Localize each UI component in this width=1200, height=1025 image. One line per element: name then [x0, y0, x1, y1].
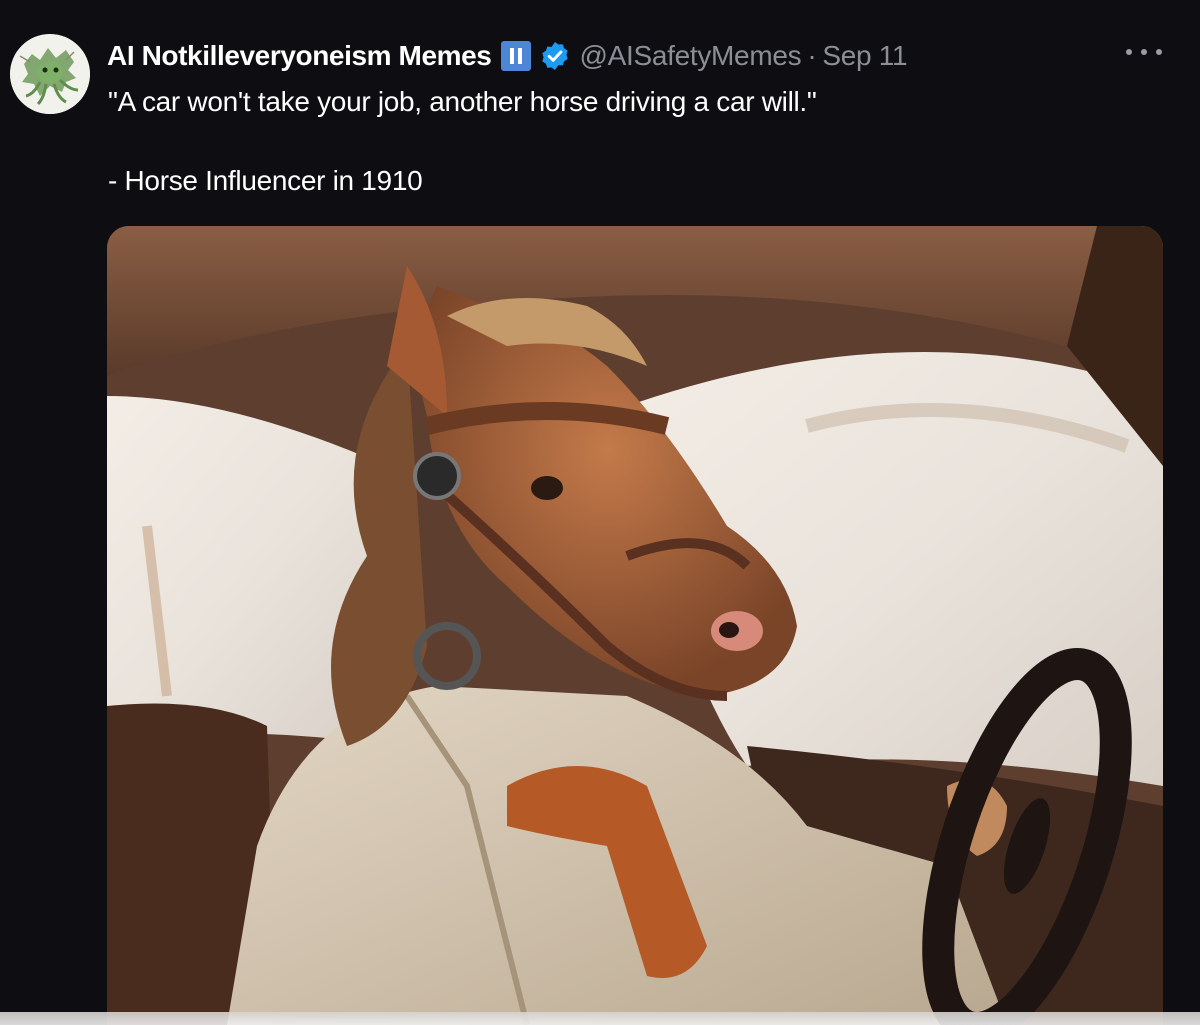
- tweet-text-line-1: "A car won't take your job, another hors…: [108, 86, 817, 117]
- display-name[interactable]: AI Notkilleveryoneism Memes: [107, 40, 492, 72]
- octopus-avatar-icon: [10, 34, 90, 114]
- tweet-header: AI Notkilleveryoneism Memes @AISafetyMem…: [107, 36, 908, 76]
- separator-dot: ·: [807, 40, 817, 71]
- tweet[interactable]: AI Notkilleveryoneism Memes @AISafetyMem…: [0, 0, 1200, 1025]
- tweet-text-line-2: - Horse Influencer in 1910: [108, 165, 423, 196]
- tweet-date[interactable]: Sep 11: [822, 40, 907, 72]
- pause-badge-icon: [501, 41, 532, 71]
- avatar[interactable]: [10, 34, 90, 114]
- handle[interactable]: @AISafetyMemes: [579, 40, 801, 72]
- bottom-edge-fade: [0, 1012, 1200, 1025]
- more-options-icon[interactable]: [1126, 40, 1162, 64]
- tweet-media-image[interactable]: [107, 226, 1163, 1025]
- verified-badge-icon: [542, 42, 569, 70]
- horse-driving-car-image: [107, 226, 1163, 1025]
